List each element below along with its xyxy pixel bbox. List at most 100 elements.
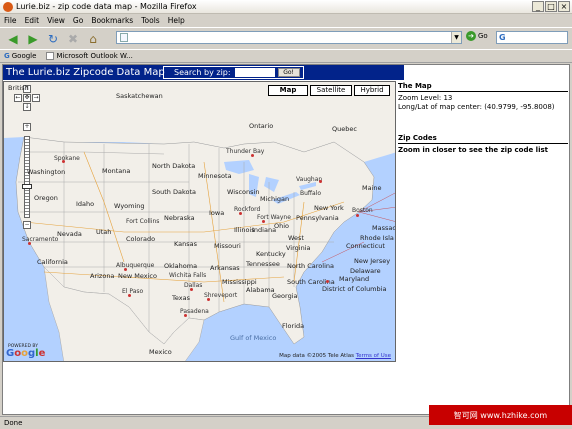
map-label: Minnesota bbox=[198, 172, 232, 180]
menu-file[interactable]: File bbox=[4, 16, 17, 25]
google-search-icon: G bbox=[499, 33, 506, 42]
map-label: North Carolina bbox=[287, 262, 334, 270]
map-label: Missouri bbox=[214, 242, 241, 250]
city-marker bbox=[124, 268, 127, 271]
map-label: Gulf of Mexico bbox=[230, 334, 277, 342]
map-label: Wyoming bbox=[114, 202, 145, 210]
city-marker bbox=[184, 314, 187, 317]
info-panel: The Map Zoom Level: 13 Long/Lat of map c… bbox=[398, 82, 568, 155]
map-label: Delaware bbox=[350, 267, 381, 275]
menu-go[interactable]: Go bbox=[73, 16, 83, 25]
close-button[interactable]: × bbox=[558, 1, 570, 12]
city-marker bbox=[239, 212, 242, 215]
title-bar: Lurie.biz - zip code data map - Mozilla … bbox=[0, 0, 572, 14]
copyright-text: Map data ©2005 Tele Atlas bbox=[279, 353, 354, 359]
map-copyright: Map data ©2005 Tele Atlas Terms of Use bbox=[279, 353, 391, 359]
document-icon bbox=[46, 52, 55, 60]
pan-center-button[interactable]: ✥ bbox=[23, 94, 31, 102]
map-canvas bbox=[4, 82, 395, 361]
map-label: Spokane bbox=[54, 155, 80, 162]
map-label: West bbox=[288, 234, 304, 242]
map-label: District of Columbia bbox=[322, 285, 387, 293]
map-label: El Paso bbox=[122, 288, 144, 295]
bookmarks-bar: G Google Microsoft Outlook W... bbox=[0, 49, 572, 63]
pan-left-button[interactable]: ← bbox=[14, 94, 22, 102]
map-label: Florida bbox=[282, 322, 305, 330]
menu-edit[interactable]: Edit bbox=[25, 16, 40, 25]
zip-codes-heading: Zip Codes bbox=[398, 134, 568, 144]
minimize-button[interactable]: _ bbox=[532, 1, 544, 12]
menu-bookmarks[interactable]: Bookmarks bbox=[91, 16, 133, 25]
bookmark-google[interactable]: G Google bbox=[4, 52, 36, 60]
map-label: Texas bbox=[172, 294, 190, 302]
map-label: California bbox=[37, 258, 68, 266]
map-label: Connecticut bbox=[346, 242, 385, 250]
map-label: Pennsylvania bbox=[296, 214, 339, 222]
forward-button[interactable]: ▶ bbox=[24, 31, 42, 47]
page-icon bbox=[120, 33, 128, 42]
map-label: Maine bbox=[362, 184, 382, 192]
map-view[interactable]: Map Satellite Hybrid ↑ ← ✥ → ↓ + − Briti… bbox=[3, 81, 396, 362]
menu-tools[interactable]: Tools bbox=[141, 16, 159, 25]
zoom-out-button[interactable]: − bbox=[23, 221, 31, 229]
zoom-in-button[interactable]: + bbox=[23, 123, 31, 131]
menu-view[interactable]: View bbox=[47, 16, 65, 25]
pan-down-button[interactable]: ↓ bbox=[23, 103, 31, 111]
stop-button[interactable]: ✖ bbox=[64, 31, 82, 47]
city-marker bbox=[190, 288, 193, 291]
map-label: Washington bbox=[27, 168, 66, 176]
map-label: Idaho bbox=[76, 200, 95, 208]
map-heading: The Map bbox=[398, 82, 568, 92]
map-label: British bbox=[8, 84, 29, 92]
bookmark-label: Microsoft Outlook W... bbox=[56, 52, 133, 60]
zip-search-form: Search by zip: Go! bbox=[163, 66, 304, 79]
zip-go-button[interactable]: Go! bbox=[277, 68, 300, 77]
map-label: Rhode Isla bbox=[360, 234, 394, 242]
page-title: The Lurie.biz Zipcode Data Map bbox=[6, 67, 165, 78]
zoom-slider-handle[interactable] bbox=[22, 184, 32, 189]
zoom-level-text: Zoom Level: 13 bbox=[398, 94, 453, 102]
url-field[interactable]: ▼ bbox=[116, 31, 462, 44]
map-label: Mexico bbox=[149, 348, 172, 356]
map-label: Maryland bbox=[339, 275, 370, 283]
google-logo[interactable]: Google bbox=[6, 348, 45, 359]
page-header: The Lurie.biz Zipcode Data Map Search by… bbox=[3, 65, 404, 80]
map-label: Virginia bbox=[286, 244, 311, 252]
map-type-satellite-button[interactable]: Satellite bbox=[310, 85, 352, 96]
map-label: Michigan bbox=[260, 195, 290, 203]
map-label: Albuquerque bbox=[116, 262, 155, 269]
map-label: Rockford bbox=[234, 206, 261, 213]
city-marker bbox=[319, 180, 322, 183]
terms-of-use-link[interactable]: Terms of Use bbox=[356, 353, 391, 359]
window-title: Lurie.biz - zip code data map - Mozilla … bbox=[16, 2, 197, 11]
pan-right-button[interactable]: → bbox=[32, 94, 40, 102]
map-label: North Dakota bbox=[152, 162, 196, 170]
zip-input[interactable] bbox=[234, 68, 275, 77]
map-label: Arkansas bbox=[210, 264, 240, 272]
search-box[interactable]: G bbox=[496, 31, 568, 44]
map-label: New York bbox=[314, 204, 344, 212]
menu-help[interactable]: Help bbox=[168, 16, 185, 25]
map-label: Wisconsin bbox=[227, 188, 260, 196]
map-label: Ohio bbox=[274, 222, 290, 230]
go-button[interactable]: ➔ Go bbox=[466, 31, 488, 41]
back-button[interactable]: ◀ bbox=[4, 31, 22, 47]
city-marker bbox=[262, 220, 265, 223]
map-type-map-button[interactable]: Map bbox=[268, 85, 308, 96]
map-label: Nevada bbox=[57, 230, 82, 238]
home-button[interactable]: ⌂ bbox=[84, 31, 102, 47]
map-label: Massac bbox=[372, 224, 396, 232]
map-type-hybrid-button[interactable]: Hybrid bbox=[354, 85, 390, 96]
city-marker bbox=[207, 298, 210, 301]
map-center-text: Long/Lat of map center: (40.9799, -95.80… bbox=[398, 103, 555, 111]
go-arrow-icon: ➔ bbox=[466, 31, 476, 41]
page-content: The Lurie.biz Zipcode Data Map Search by… bbox=[2, 64, 570, 415]
maximize-button[interactable]: □ bbox=[545, 1, 557, 12]
url-dropdown-button[interactable]: ▼ bbox=[451, 32, 461, 43]
bookmark-outlook[interactable]: Microsoft Outlook W... bbox=[46, 52, 133, 60]
map-label: Buffalo bbox=[300, 190, 322, 197]
map-label: Wichita Falls bbox=[169, 272, 207, 279]
map-label: Arizona bbox=[90, 272, 115, 280]
reload-button[interactable]: ↻ bbox=[44, 31, 62, 47]
zoom-slider-track[interactable] bbox=[24, 136, 30, 218]
